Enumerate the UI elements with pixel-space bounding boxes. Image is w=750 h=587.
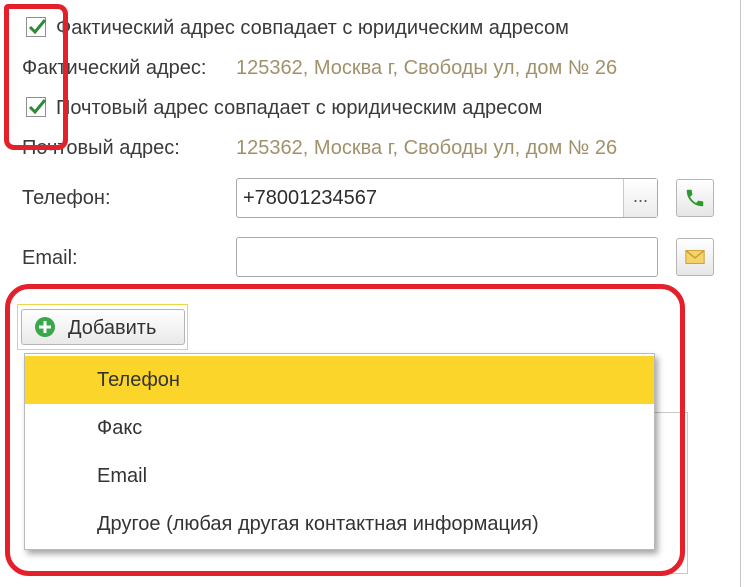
- email-label: Email:: [22, 247, 78, 269]
- phone-select-button[interactable]: ...: [623, 179, 657, 217]
- call-button[interactable]: [676, 179, 714, 217]
- annotation-checkbox-highlight: [4, 4, 68, 150]
- phone-icon: [686, 189, 704, 207]
- email-field[interactable]: [236, 237, 658, 277]
- envelope-icon: [685, 250, 705, 264]
- panel-border: [740, 0, 741, 587]
- actual-address-value: 125362, Москва г, Свободы ул, дом № 26: [236, 57, 618, 79]
- postal-address-checkbox-label[interactable]: Почтовый адрес совпадает с юридическим а…: [56, 96, 542, 120]
- phone-field[interactable]: +78001234567 ...: [236, 178, 658, 218]
- postal-address-value: 125362, Москва г, Свободы ул, дом № 26: [236, 137, 618, 159]
- phone-label: Телефон:: [22, 187, 111, 209]
- phone-value[interactable]: +78001234567: [243, 186, 377, 210]
- send-email-button[interactable]: [676, 238, 714, 276]
- annotation-add-highlight: [5, 284, 685, 576]
- actual-address-checkbox-label[interactable]: Фактический адрес совпадает с юридически…: [56, 16, 569, 40]
